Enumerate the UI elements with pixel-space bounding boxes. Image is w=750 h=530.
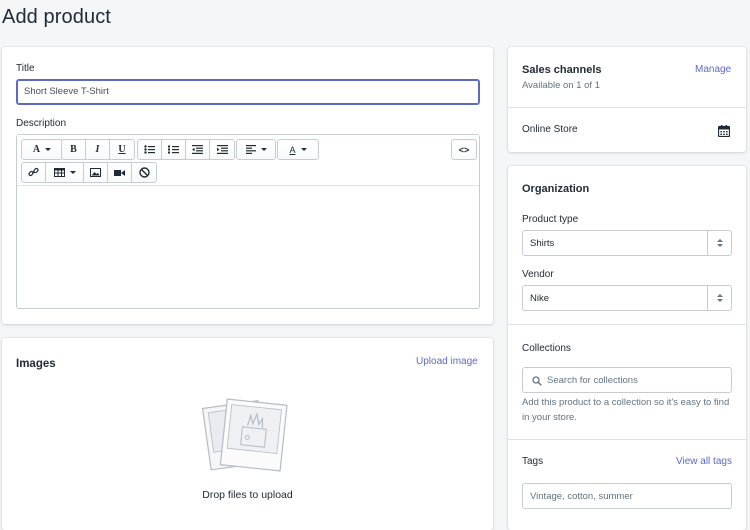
select-arrows-icon (707, 231, 731, 255)
list-group (137, 139, 235, 160)
bullet-list-button[interactable] (138, 140, 162, 159)
search-icon (532, 376, 542, 386)
drop-files-text: Drop files to upload (202, 489, 293, 501)
code-icon: <> (458, 144, 470, 155)
vendor-select[interactable]: Nike (522, 285, 732, 311)
clear-formatting-icon (138, 167, 150, 178)
outdent-icon (192, 145, 203, 154)
page-title: Add product (2, 6, 111, 28)
vendor-value: Nike (530, 293, 550, 304)
insert-image-button[interactable] (84, 163, 108, 182)
organization-heading: Organization (522, 183, 590, 195)
indent-button[interactable] (210, 140, 234, 159)
bullet-list-icon (144, 145, 155, 154)
organization-card: Organization Product type Shirts Vendor … (508, 166, 746, 530)
view-all-tags-link[interactable]: View all tags (676, 456, 732, 467)
images-card: Images Upload image Drop files to upload (2, 338, 493, 530)
description-label: Description (16, 118, 67, 129)
bold-button[interactable]: B (62, 140, 86, 159)
product-type-label: Product type (522, 214, 579, 225)
upload-image-link[interactable]: Upload image (416, 356, 478, 367)
clear-formatting-button[interactable] (132, 163, 156, 182)
tags-placeholder: Vintage, cotton, summer (530, 491, 633, 502)
collections-help-text: Add this product to a collection so it's… (522, 397, 730, 423)
collections-search-input[interactable]: Search for collections (522, 367, 732, 393)
description-editor[interactable]: A B I U A <> (16, 134, 480, 309)
sales-channels-heading: Sales channels (522, 64, 602, 76)
numbered-list-icon (168, 145, 179, 154)
product-type-select[interactable]: Shirts (522, 230, 732, 256)
vendor-label: Vendor (522, 269, 554, 280)
product-details-card: Title Short Sleeve T-Shirt Description A… (2, 47, 493, 324)
manage-link[interactable]: Manage (695, 64, 731, 75)
schedule-availability-button[interactable] (717, 124, 732, 138)
divider (508, 107, 746, 108)
font-icon: A (32, 144, 41, 155)
bold-icon: B (70, 144, 77, 155)
insert-link-button[interactable] (22, 163, 46, 182)
text-color-icon: A (289, 144, 296, 155)
numbered-list-button[interactable] (162, 140, 186, 159)
title-input[interactable]: Short Sleeve T-Shirt (16, 79, 480, 105)
sales-channels-card: Sales channels Manage Available on 1 of … (508, 47, 746, 152)
indent-icon (216, 145, 228, 154)
images-heading: Images (16, 358, 56, 370)
image-drop-zone[interactable] (192, 396, 302, 530)
image-icon (90, 168, 101, 177)
align-dropdown[interactable] (237, 140, 275, 159)
tags-label: Tags (522, 456, 544, 467)
table-icon (53, 168, 65, 177)
calendar-icon (717, 125, 731, 138)
link-icon (28, 167, 39, 177)
product-type-value: Shirts (530, 238, 555, 249)
insert-video-button[interactable] (108, 163, 132, 182)
online-store-label: Online Store (522, 124, 578, 135)
text-color-dropdown[interactable]: A (278, 140, 318, 159)
collections-label: Collections (522, 343, 571, 354)
insert-table-dropdown[interactable] (46, 163, 84, 182)
select-arrows-icon (707, 286, 731, 310)
font-size-dropdown[interactable]: A (22, 140, 62, 159)
italic-icon: I (95, 144, 100, 155)
insert-group (21, 162, 157, 183)
underline-button[interactable]: U (110, 140, 134, 159)
align-left-icon (245, 145, 256, 154)
show-html-button[interactable]: <> (452, 140, 476, 159)
collections-placeholder: Search for collections (547, 375, 638, 386)
html-group: <> (451, 139, 477, 160)
italic-button[interactable]: I (86, 140, 110, 159)
outdent-button[interactable] (186, 140, 210, 159)
underline-icon: U (118, 144, 126, 155)
availability-text: Available on 1 of 1 (522, 80, 600, 91)
divider (508, 439, 746, 440)
photos-placeholder-icon (201, 398, 288, 472)
divider (508, 324, 746, 325)
tags-input[interactable]: Vintage, cotton, summer (522, 483, 732, 509)
align-group (236, 139, 276, 160)
title-label: Title (16, 63, 35, 74)
font-group: A (21, 139, 63, 160)
color-group: A (277, 139, 319, 160)
format-group: B I U (61, 139, 135, 160)
editor-toolbar: A B I U A <> (17, 135, 479, 186)
video-icon (114, 169, 125, 176)
